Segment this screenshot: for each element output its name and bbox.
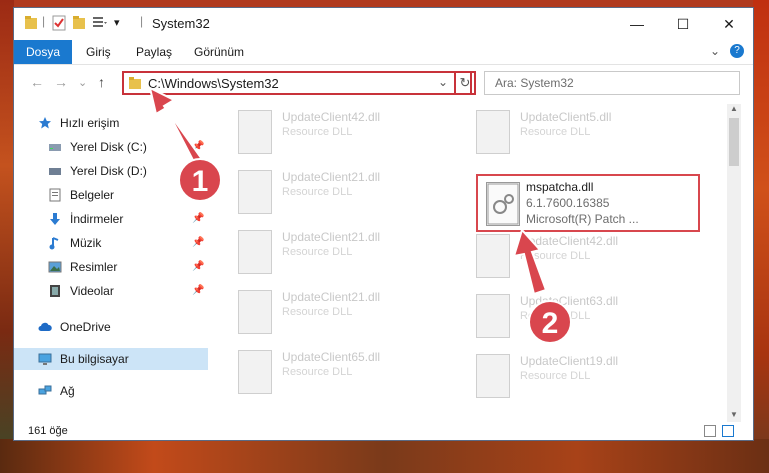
step-2-badge: 2 xyxy=(528,300,572,344)
step-1-badge: 1 xyxy=(178,158,222,202)
tutorial-arrows xyxy=(148,86,548,296)
arrow-to-address-bar xyxy=(148,86,206,168)
arrow-to-file xyxy=(512,228,548,296)
